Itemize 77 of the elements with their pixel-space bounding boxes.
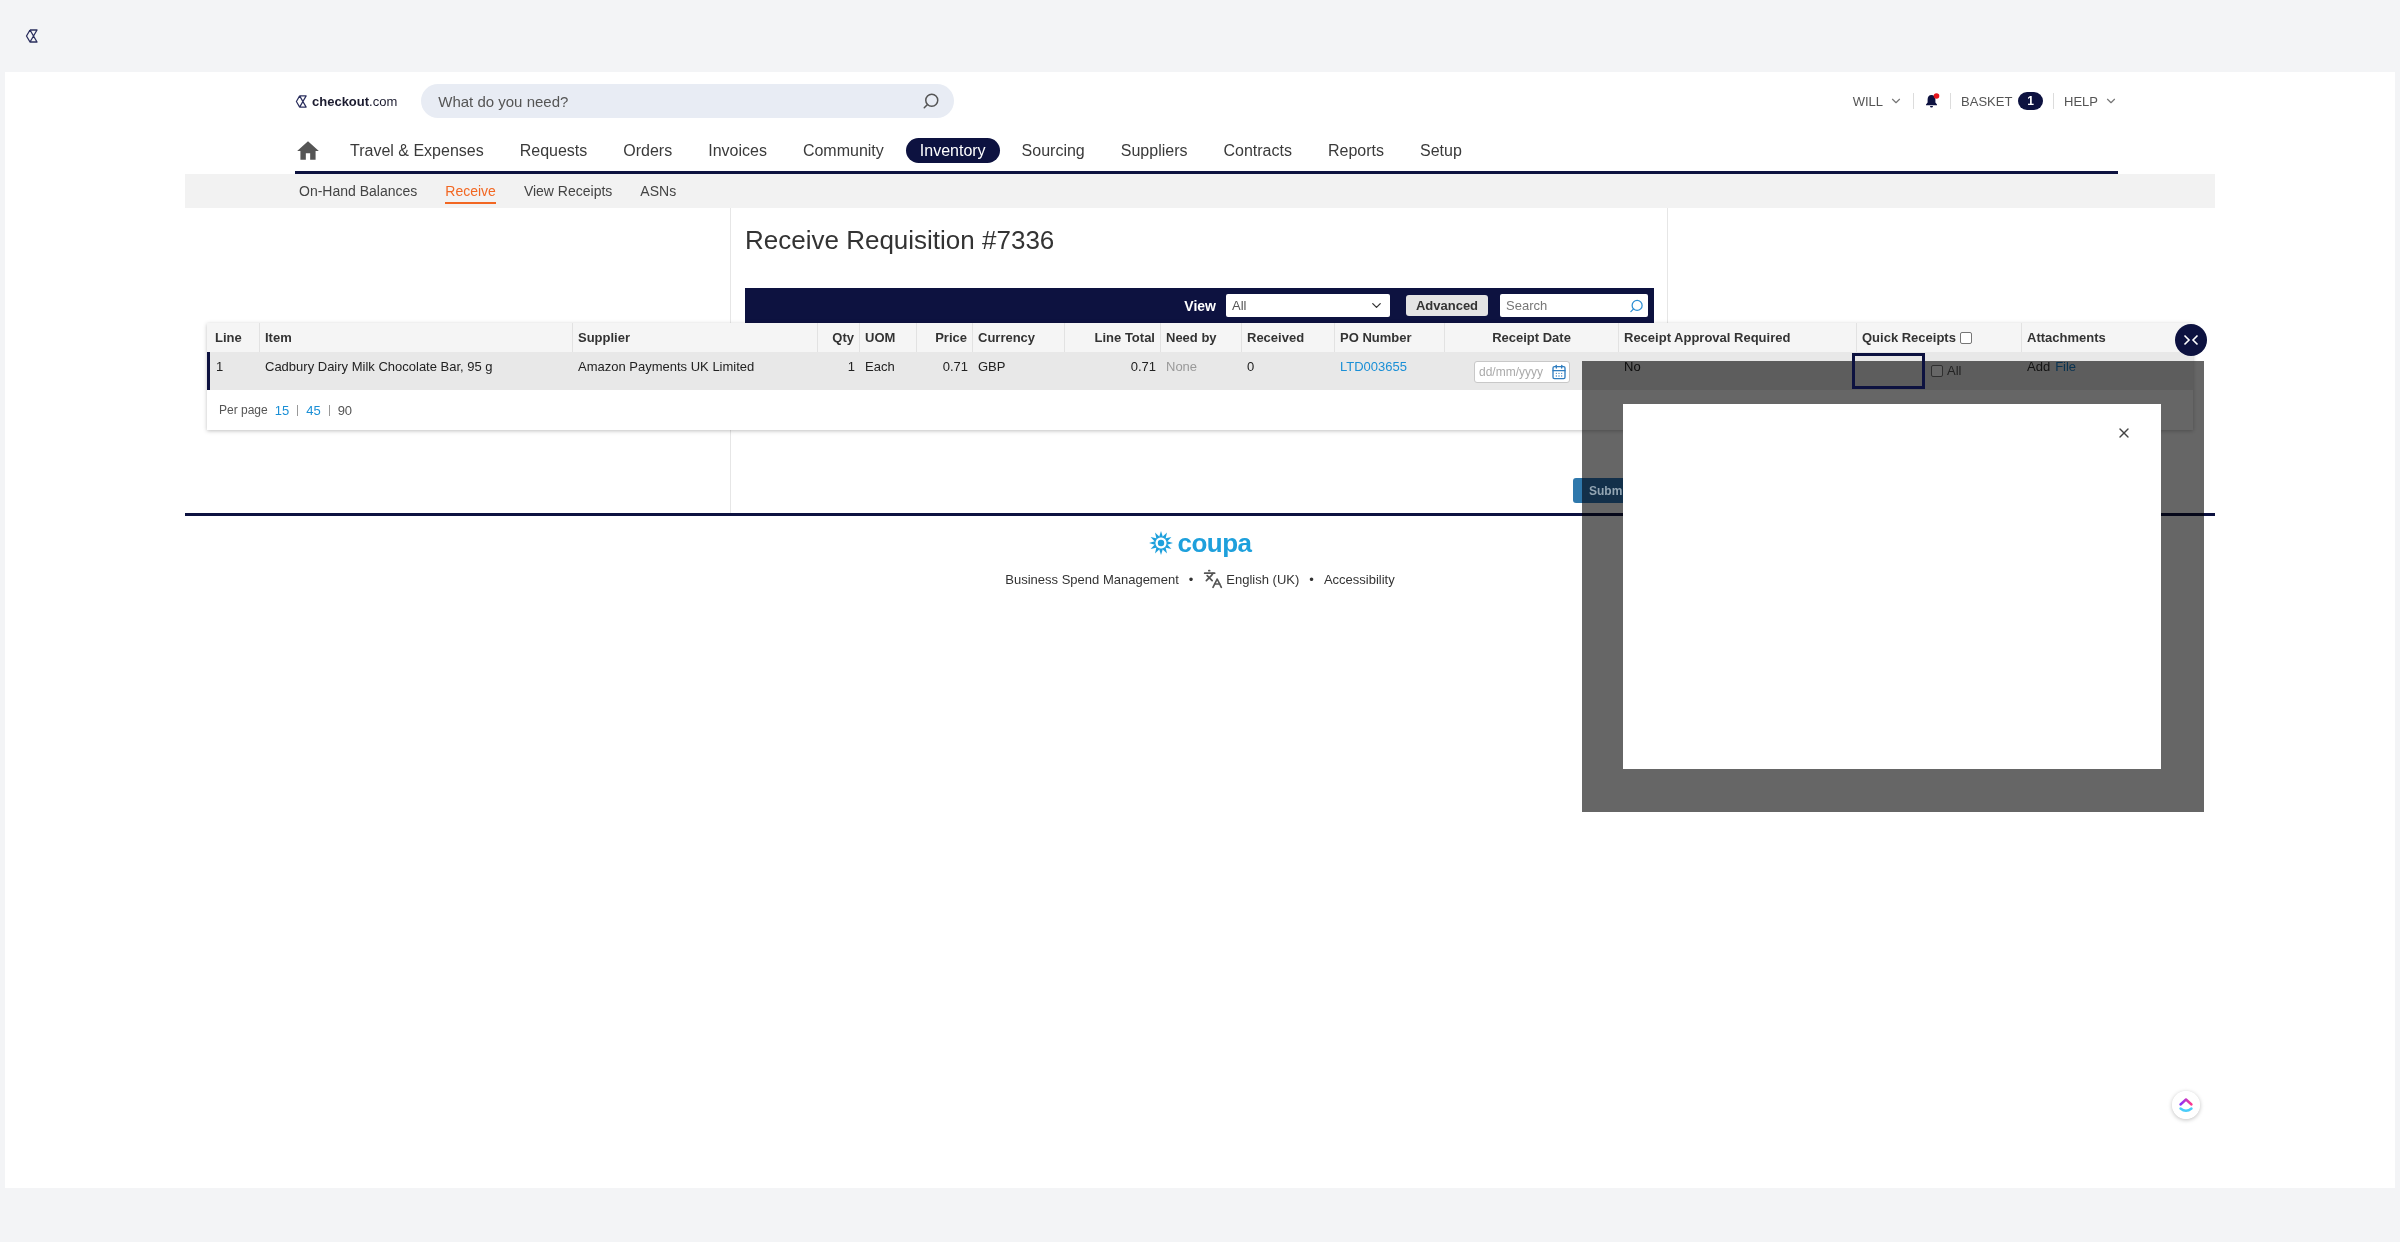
table-cell-text: 0 xyxy=(1246,358,1256,376)
inward-arrows-icon xyxy=(2183,334,2199,346)
column-header: Supplier xyxy=(573,323,818,352)
checkbox[interactable] xyxy=(1931,365,1943,377)
checkbox[interactable] xyxy=(1959,331,1972,344)
column-header: Qty xyxy=(818,323,860,352)
column-header: Line xyxy=(207,323,260,352)
table-cell-text: No xyxy=(1623,358,1642,376)
advanced-button[interactable]: Advanced xyxy=(1406,295,1488,316)
footer-text: Business Spend Management xyxy=(1005,571,1179,587)
table-cell-text: 0.71 xyxy=(1129,358,1157,376)
view-select[interactable]: All xyxy=(1226,294,1390,317)
logo-icon xyxy=(295,94,308,108)
logo-text[interactable]: checkout.com xyxy=(312,93,398,109)
per-page-label: Per page xyxy=(219,403,268,417)
table-row[interactable]: 1 Cadbury Dairy Milk Chocolate Bar, 95 g Amazon Payments UK Limited 1 Each 0.71 GBP 0.71 None 0 LTD003655 dd/mm/yyyy No All Add File xyxy=(207,352,2193,390)
logo-icon xyxy=(25,29,39,43)
nav-tab[interactable]: Community xyxy=(788,138,898,163)
date-field[interactable]: dd/mm/yyyy xyxy=(1474,361,1570,383)
help-menu[interactable]: HELP xyxy=(2064,93,2118,109)
per-page-option[interactable]: 90 xyxy=(337,402,353,418)
table-cell-text: None xyxy=(1165,358,1199,376)
table-cell-text: Amazon Payments UK Limited xyxy=(577,358,756,376)
nav-tab[interactable]: Requests xyxy=(505,138,602,163)
search-icon[interactable] xyxy=(922,92,941,110)
table-cell-text: Cadbury Dairy Milk Chocolate Bar, 95 g xyxy=(264,358,494,376)
language-link[interactable]: English (UK) xyxy=(1226,571,1300,587)
calendar-icon[interactable] xyxy=(1551,364,1567,380)
nav-tab[interactable]: Orders xyxy=(609,138,687,163)
column-header: Receipt Approval Required xyxy=(1619,323,1857,352)
app-logo-icon[interactable] xyxy=(2172,1091,2200,1119)
checkbox-label: All xyxy=(1947,363,1962,379)
search-field[interactable]: What do you need? xyxy=(421,84,955,118)
table-cell-text: 1 xyxy=(846,358,856,376)
footer-link[interactable]: Accessibility xyxy=(1323,571,1395,587)
quantity-field[interactable] xyxy=(1852,353,1925,389)
column-header: Need by xyxy=(1161,323,1242,352)
search-field[interactable]: Search xyxy=(1500,294,1648,317)
count-badge: 1 xyxy=(2018,92,2044,110)
per-page-option[interactable]: 45 xyxy=(306,402,321,418)
bell-icon[interactable] xyxy=(1924,93,1941,109)
nav-tab[interactable]: Travel & Expenses xyxy=(336,138,498,163)
column-header: Price xyxy=(917,323,973,352)
logo-text: coupa xyxy=(1177,529,1252,557)
column-header: Line Total xyxy=(1065,323,1161,352)
user-menu[interactable]: WILL xyxy=(1852,93,1904,109)
separator-text: • xyxy=(1309,571,1314,587)
attachment-label: Add xyxy=(2027,359,2051,375)
subnav-tab[interactable]: On-Hand Balances xyxy=(299,178,418,204)
column-header: Receipt Date xyxy=(1445,323,1619,352)
basket-button[interactable]: BASKET 1 xyxy=(1961,92,2044,110)
table-cell-text: 0.71 xyxy=(941,358,969,376)
translate-icon xyxy=(1203,569,1224,589)
table-cell-text: Each xyxy=(864,358,896,376)
per-page-option[interactable]: 15 xyxy=(274,402,290,418)
subnav-tab[interactable]: ASNs xyxy=(640,178,677,204)
separator-text: • xyxy=(1188,571,1194,587)
nav-tab[interactable]: Sourcing xyxy=(1007,138,1099,163)
nav-tab[interactable]: Inventory xyxy=(905,138,1000,163)
nav-tab[interactable]: Setup xyxy=(1405,138,1476,163)
column-header: Item xyxy=(260,323,573,352)
column-header: Quick Receipts xyxy=(1862,330,1956,345)
column-header: Received xyxy=(1242,323,1335,352)
column-header: UOM xyxy=(860,323,917,352)
nav-tab[interactable]: Invoices xyxy=(694,138,781,163)
subnav-tab[interactable]: View Receipts xyxy=(523,178,613,204)
view-label: View xyxy=(1184,297,1216,314)
table-cell-text: 1 xyxy=(215,358,225,376)
nav-tab[interactable]: Contracts xyxy=(1209,138,1306,163)
search-icon[interactable] xyxy=(1629,298,1644,313)
collapse-button[interactable] xyxy=(2175,324,2207,356)
page-title: Receive Requisition #7336 xyxy=(744,224,1056,255)
table-cell-text: GBP xyxy=(977,358,1007,376)
nav-tab[interactable]: Reports xyxy=(1313,138,1398,163)
nav-tab[interactable]: Suppliers xyxy=(1106,138,1202,163)
column-header: PO Number xyxy=(1335,323,1445,352)
column-header: Currency xyxy=(973,323,1065,352)
